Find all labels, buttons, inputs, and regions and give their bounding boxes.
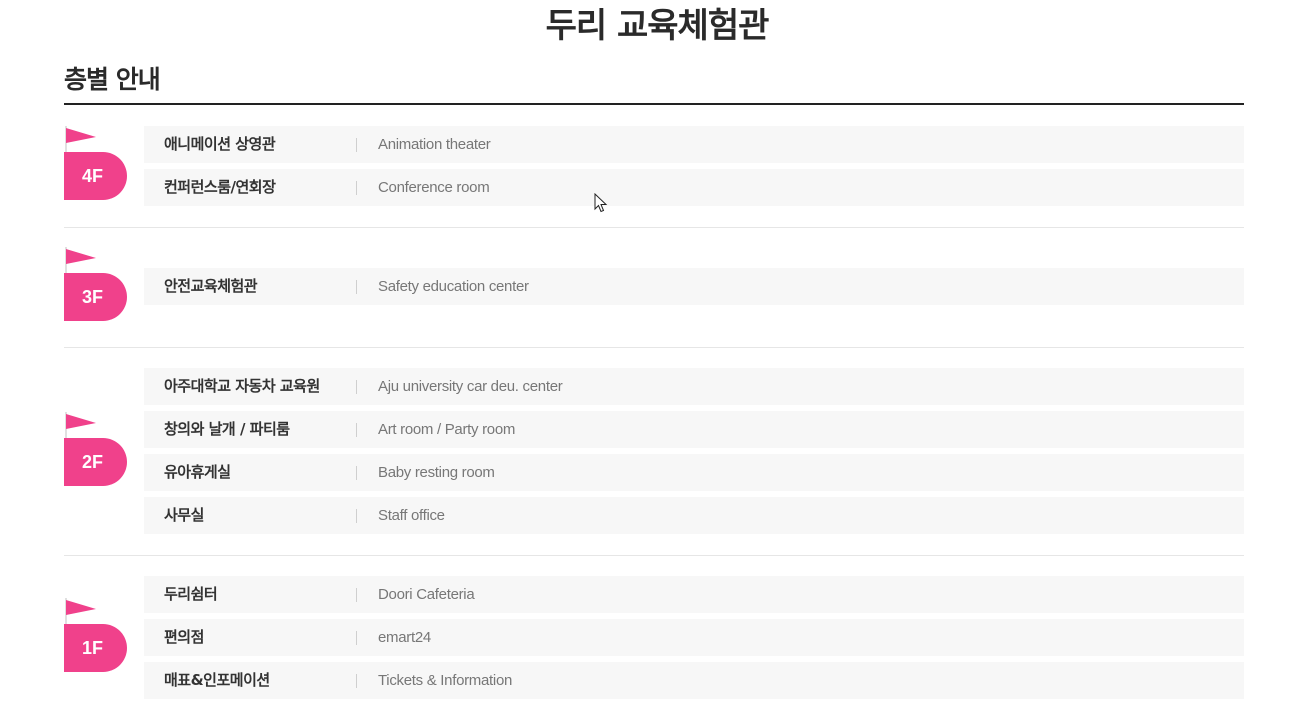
room-row[interactable]: 안전교육체험관 Safety education center (144, 268, 1244, 305)
room-name-ko: 사무실 (164, 506, 204, 524)
floor-separator (64, 555, 1244, 556)
floor-badge: 4F (64, 126, 128, 202)
floor-label: 2F (64, 438, 127, 486)
divider (356, 380, 357, 394)
room-row[interactable]: 사무실 Staff office (144, 497, 1244, 534)
mouse-cursor-icon (594, 193, 608, 213)
room-row[interactable]: 유아휴게실 Baby resting room (144, 454, 1244, 491)
divider (356, 423, 357, 437)
room-list: 아주대학교 자동차 교육원 Aju university car deu. ce… (144, 368, 1244, 540)
room-name-en: Aju university car deu. center (378, 378, 563, 395)
section-rule (64, 103, 1244, 105)
room-name-ko: 창의와 날개 / 파티룸 (164, 420, 290, 438)
room-row[interactable]: 애니메이션 상영관 Animation theater (144, 126, 1244, 163)
room-name-ko: 애니메이션 상영관 (164, 135, 276, 153)
room-row[interactable]: 아주대학교 자동차 교육원 Aju university car deu. ce… (144, 368, 1244, 405)
flag-icon (66, 128, 96, 143)
divider (356, 509, 357, 523)
floor-badge: 2F (64, 412, 128, 488)
room-row[interactable]: 두리쉼터 Doori Cafeteria (144, 576, 1244, 613)
room-row[interactable]: 컨퍼런스룸/연회장 Conference room (144, 169, 1244, 206)
room-row[interactable]: 창의와 날개 / 파티룸 Art room / Party room (144, 411, 1244, 448)
room-name-ko: 유아휴게실 (164, 463, 231, 481)
room-row[interactable]: 편의점 emart24 (144, 619, 1244, 656)
floor-badge: 1F (64, 598, 128, 674)
room-name-en: Safety education center (378, 278, 529, 295)
floor-separator (64, 347, 1244, 348)
flag-icon (66, 414, 96, 429)
room-name-en: Baby resting room (378, 464, 495, 481)
room-row[interactable]: 매표&인포메이션 Tickets & Information (144, 662, 1244, 699)
room-name-en: emart24 (378, 629, 431, 646)
room-name-en: Tickets & Information (378, 672, 513, 689)
divider (356, 138, 357, 152)
room-name-ko: 아주대학교 자동차 교육원 (164, 377, 320, 395)
divider (356, 181, 357, 195)
room-name-en: Art room / Party room (378, 421, 516, 438)
floor-label: 4F (64, 152, 127, 200)
room-name-en: Animation theater (378, 136, 491, 153)
page-title: 두리 교육체험관 (545, 6, 770, 46)
room-name-ko: 매표&인포메이션 (164, 671, 270, 689)
room-list: 두리쉼터 Doori Cafeteria 편의점 emart24 매표&인포메이… (144, 576, 1244, 705)
flag-icon (66, 249, 96, 264)
room-name-ko: 편의점 (164, 628, 204, 646)
room-name-ko: 두리쉼터 (164, 585, 218, 603)
divider (356, 674, 357, 688)
floor-separator (64, 227, 1244, 228)
room-name-ko: 안전교육체험관 (164, 277, 258, 295)
floor-label: 1F (64, 624, 127, 672)
floor-label: 3F (64, 273, 127, 321)
room-name-en: Staff office (378, 507, 445, 524)
room-list: 안전교육체험관 Safety education center (144, 268, 1244, 311)
divider (356, 588, 357, 602)
room-name-en: Conference room (378, 179, 490, 196)
section-title: 층별 안내 (64, 65, 161, 94)
room-name-ko: 컨퍼런스룸/연회장 (164, 178, 276, 196)
room-list: 애니메이션 상영관 Animation theater 컨퍼런스룸/연회장 Co… (144, 126, 1244, 212)
floor-badge: 3F (64, 247, 128, 323)
divider (356, 631, 357, 645)
divider (356, 466, 357, 480)
room-name-en: Doori Cafeteria (378, 586, 475, 603)
divider (356, 280, 357, 294)
flag-icon (66, 600, 96, 615)
